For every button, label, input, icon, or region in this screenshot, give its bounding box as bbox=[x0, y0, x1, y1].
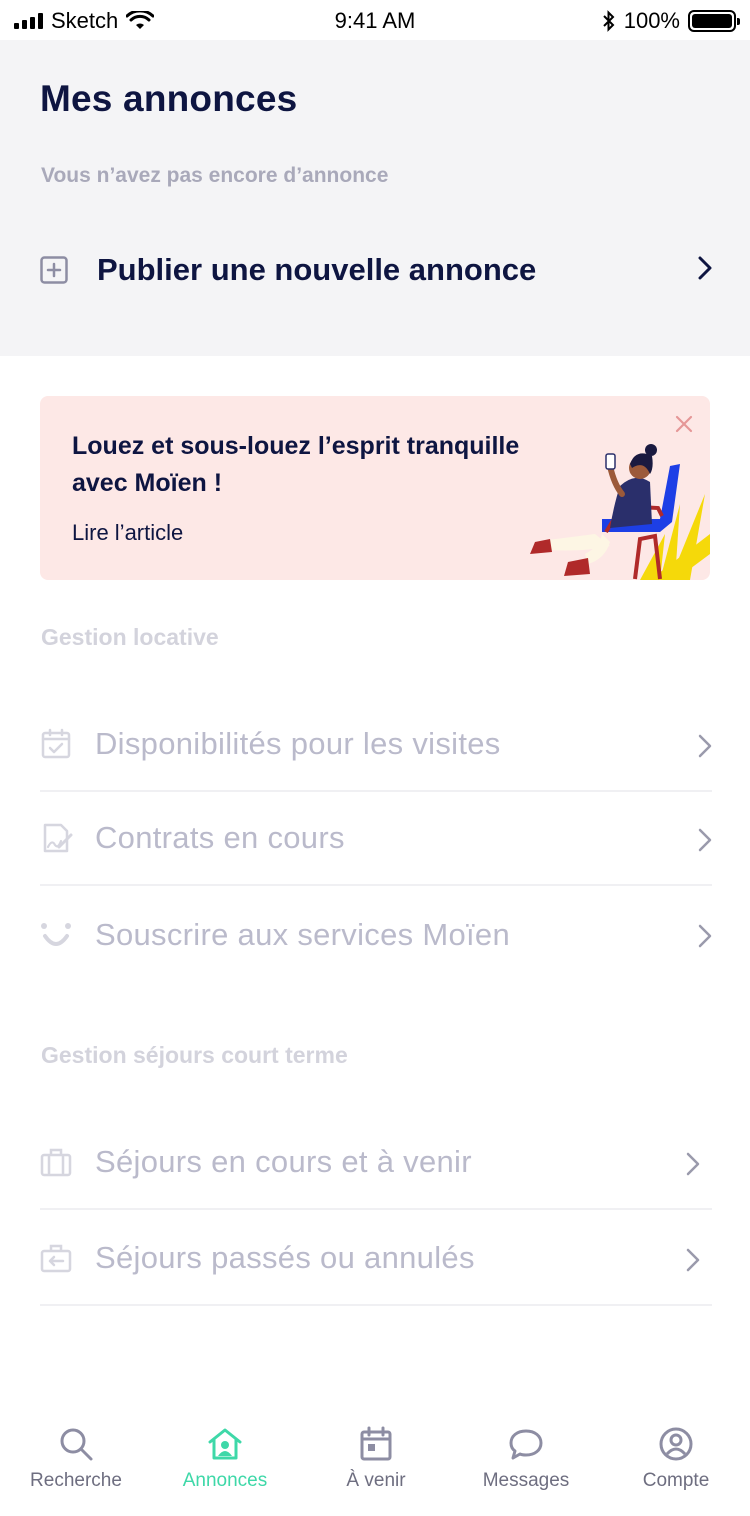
calendar-check-icon bbox=[41, 728, 71, 759]
menu-item-label: Séjours passés ou annulés bbox=[95, 1240, 475, 1275]
header-area: Mes annonces Vous n’avez pas encore d’an… bbox=[0, 40, 750, 356]
menu-item-disponibilites[interactable]: Disponibilités pour les visites bbox=[40, 698, 712, 792]
tab-label: Compte bbox=[642, 1470, 710, 1491]
publish-listing-label: Publier une nouvelle annonce bbox=[97, 252, 537, 287]
chevron-right-icon bbox=[686, 1152, 700, 1176]
menu-item-label: Contrats en cours bbox=[95, 820, 345, 855]
battery-percent: 100% bbox=[623, 8, 680, 33]
menu-item-sejours-a-venir[interactable]: Séjours en cours et à venir bbox=[40, 1116, 712, 1210]
tab-label: Annonces bbox=[182, 1470, 268, 1491]
empty-listings-note: Vous n’avez pas encore d’annonce bbox=[41, 164, 389, 187]
menu-item-sejours-passes[interactable]: Séjours passés ou annulés bbox=[40, 1212, 712, 1306]
promo-title: Louez et sous-louez l’esprit tranquille … bbox=[72, 432, 520, 497]
tab-recherche[interactable]: Recherche bbox=[1, 1426, 151, 1492]
tab-label: À venir bbox=[346, 1470, 406, 1491]
tab-label: Recherche bbox=[30, 1470, 122, 1491]
search-icon bbox=[60, 1428, 93, 1461]
chat-bubble-icon bbox=[509, 1429, 543, 1460]
menu-item-services[interactable]: Souscrire aux services Moïen bbox=[40, 888, 712, 982]
section-title-gestion-sejours: Gestion séjours court terme bbox=[41, 1042, 348, 1068]
menu-item-label: Séjours en cours et à venir bbox=[95, 1144, 472, 1179]
add-square-icon bbox=[40, 256, 68, 284]
tab-a-venir[interactable]: À venir bbox=[301, 1426, 451, 1492]
read-article-link[interactable]: Lire l’article bbox=[72, 520, 183, 546]
menu-item-contrats[interactable]: Contrats en cours bbox=[40, 792, 712, 886]
battery-icon bbox=[688, 10, 740, 32]
chevron-right-icon bbox=[698, 734, 712, 758]
account-icon bbox=[659, 1427, 693, 1461]
tab-annonces[interactable]: Annonces bbox=[150, 1426, 300, 1492]
woman-in-chair-illustration bbox=[530, 444, 710, 580]
tab-messages[interactable]: Messages bbox=[451, 1426, 601, 1492]
tab-compte[interactable]: Compte bbox=[601, 1426, 750, 1492]
status-bar: Sketch 9:41 AM 100% bbox=[0, 0, 750, 40]
chevron-right-icon bbox=[686, 1248, 700, 1272]
calendar-icon bbox=[360, 1426, 392, 1461]
home-user-icon bbox=[208, 1428, 242, 1460]
menu-item-label: Disponibilités pour les visites bbox=[95, 726, 501, 761]
menu-item-label: Souscrire aux services Moïen bbox=[95, 917, 511, 952]
tab-label: Messages bbox=[482, 1470, 570, 1491]
publish-listing-row[interactable]: Publier une nouvelle annonce bbox=[40, 240, 712, 300]
page-title: Mes annonces bbox=[40, 78, 298, 119]
briefcase-icon bbox=[40, 1148, 72, 1177]
contract-sign-icon bbox=[43, 823, 73, 853]
chevron-right-icon bbox=[698, 924, 712, 948]
chevron-right-icon bbox=[698, 256, 712, 280]
bluetooth-icon bbox=[603, 10, 615, 32]
briefcase-return-icon bbox=[40, 1244, 72, 1273]
chevron-right-icon bbox=[698, 828, 712, 852]
section-title-gestion-locative: Gestion locative bbox=[41, 624, 219, 650]
status-right: 100% bbox=[602, 8, 740, 34]
moien-logo-icon bbox=[41, 923, 71, 946]
promo-card: Louez et sous-louez l’esprit tranquille … bbox=[40, 396, 710, 580]
tab-bar: Recherche Annonces À venir Messages Comp… bbox=[0, 1410, 750, 1516]
